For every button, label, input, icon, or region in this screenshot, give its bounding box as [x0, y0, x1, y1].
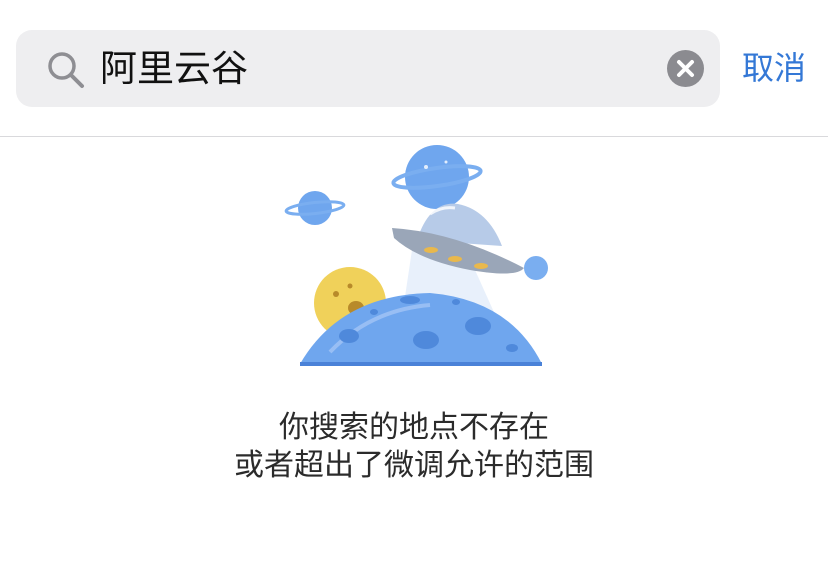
cancel-button[interactable]: 取消 [742, 44, 806, 92]
search-icon [46, 50, 86, 90]
empty-state-illustration [270, 140, 570, 380]
map-search-page: 取消 [0, 0, 828, 570]
search-input[interactable] [100, 44, 660, 94]
empty-state-line-1: 你搜索的地点不存在 [279, 410, 549, 445]
clear-icon [677, 60, 694, 77]
search-box[interactable] [16, 30, 720, 107]
ringed-planet-large [391, 145, 483, 209]
empty-state-line-2: 或者超出了微调允许的范围 [234, 448, 594, 483]
tiny-planet [524, 256, 548, 280]
ringed-planet-small [284, 191, 346, 225]
clear-button[interactable] [667, 50, 704, 87]
empty-state-message: 你搜索的地点不存在 或者超出了微调允许的范围 [0, 409, 828, 485]
search-header: 取消 [0, 0, 828, 137]
